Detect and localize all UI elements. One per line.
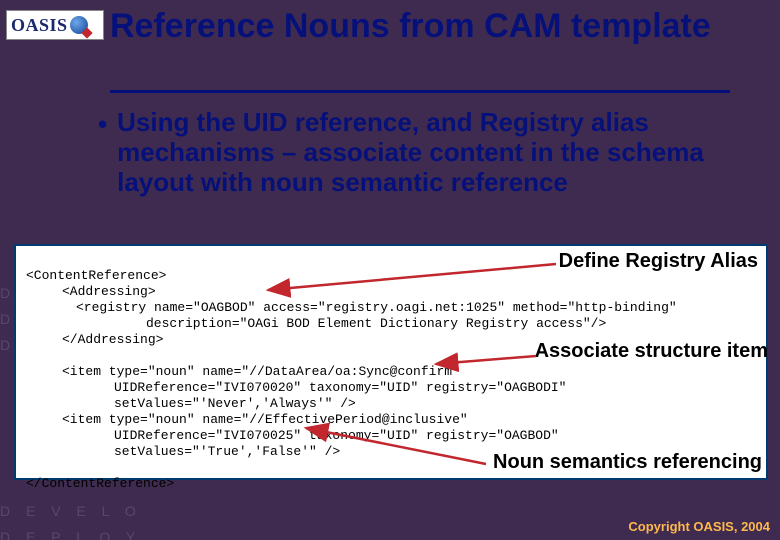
slide-title: Reference Nouns from CAM template [110, 8, 770, 45]
annotation-associate-item: Associate structure item [535, 340, 768, 363]
bullet-point: • Using the UID reference, and Registry … [98, 108, 760, 198]
oasis-logo: OASIS [6, 10, 104, 40]
title-underline [110, 90, 730, 93]
annotation-noun-semantics: Noun semantics referencing [493, 451, 762, 474]
bullet-icon: • [98, 108, 107, 198]
logo-text: OASIS [11, 15, 68, 36]
code-block: <ContentReference> <Addressing><registry… [14, 244, 768, 480]
annotation-registry-alias: Define Registry Alias [559, 250, 758, 273]
bullet-text: Using the UID reference, and Registry al… [117, 108, 760, 198]
footer-copyright: Copyright OASIS, 2004 [628, 519, 770, 534]
logo-mark-icon [70, 16, 88, 34]
